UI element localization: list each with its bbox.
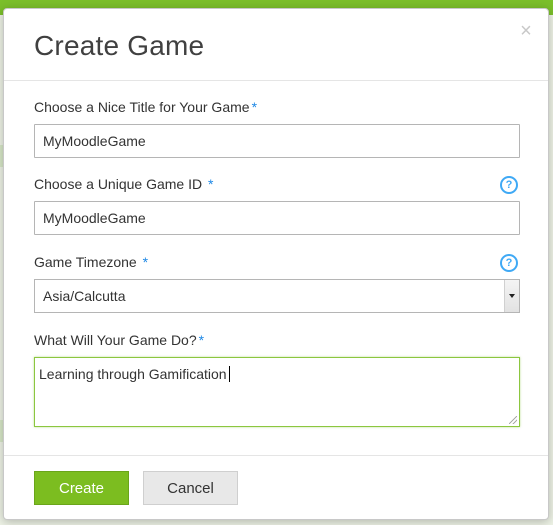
text-cursor (229, 366, 230, 382)
game-id-input[interactable] (34, 201, 520, 235)
required-marker: * (251, 99, 258, 115)
dialog-footer (4, 455, 548, 456)
required-marker: * (207, 176, 214, 192)
timezone-field-label: Game Timezone * (34, 254, 148, 270)
timezone-label-text: Game Timezone (34, 254, 137, 270)
question-circle-icon[interactable]: ? (500, 176, 518, 194)
create-game-dialog: Create Game × Choose a Nice Title for Yo… (3, 8, 549, 520)
game-id-label-text: Choose a Unique Game ID (34, 176, 203, 192)
game-title-input[interactable] (34, 124, 520, 158)
question-circle-icon[interactable]: ? (500, 254, 518, 272)
game-id-field-label: Choose a Unique Game ID * (34, 176, 213, 192)
dialog-header: Create Game × (4, 9, 548, 81)
required-marker: * (142, 254, 149, 270)
required-marker: * (198, 332, 205, 348)
chevron-down-icon[interactable] (504, 280, 519, 312)
description-field-label: What Will Your Game Do? * (34, 332, 204, 348)
timezone-select[interactable]: Asia/Calcutta (34, 279, 520, 313)
close-icon[interactable]: × (516, 21, 536, 41)
create-button[interactable]: Create (34, 471, 129, 505)
title-label-text: Choose a Nice Title for Your Game (34, 99, 250, 115)
game-description-textarea[interactable]: Learning through Gamification (34, 357, 520, 427)
timezone-selected-value: Asia/Calcutta (43, 288, 126, 304)
title-field-label: Choose a Nice Title for Your Game * (34, 99, 257, 115)
resize-grip-icon[interactable] (509, 416, 517, 424)
cancel-button[interactable]: Cancel (143, 471, 238, 505)
dialog-title: Create Game (34, 30, 205, 61)
description-label-text: What Will Your Game Do? (34, 332, 197, 348)
